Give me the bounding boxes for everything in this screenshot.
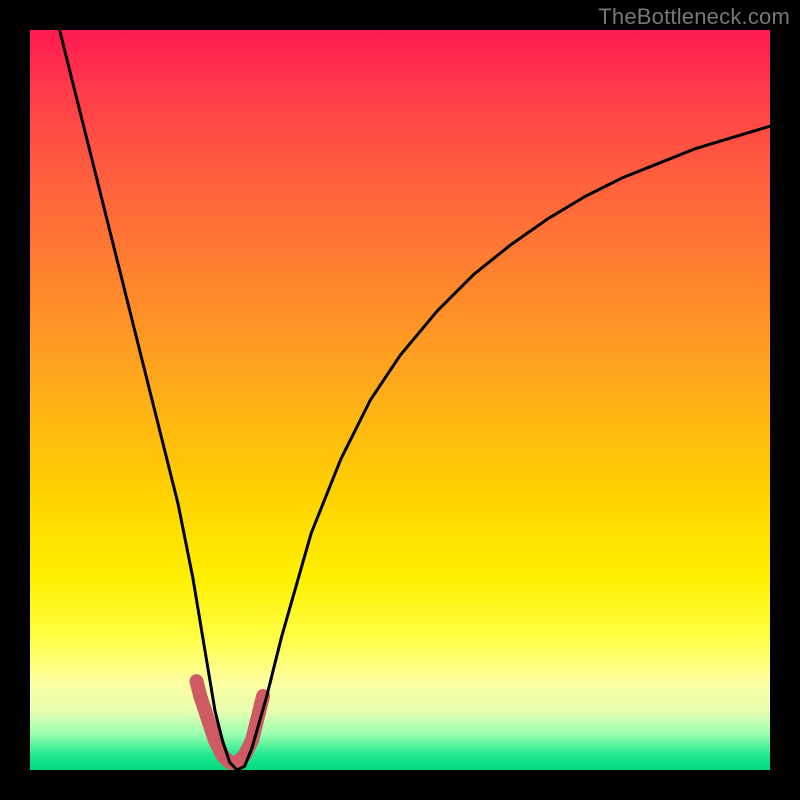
watermark-text: TheBottleneck.com	[598, 4, 790, 30]
chart-svg	[30, 30, 770, 770]
chart-plot-area	[30, 30, 770, 770]
bottleneck-curve	[60, 30, 770, 770]
optimal-range-highlight	[197, 681, 264, 762]
